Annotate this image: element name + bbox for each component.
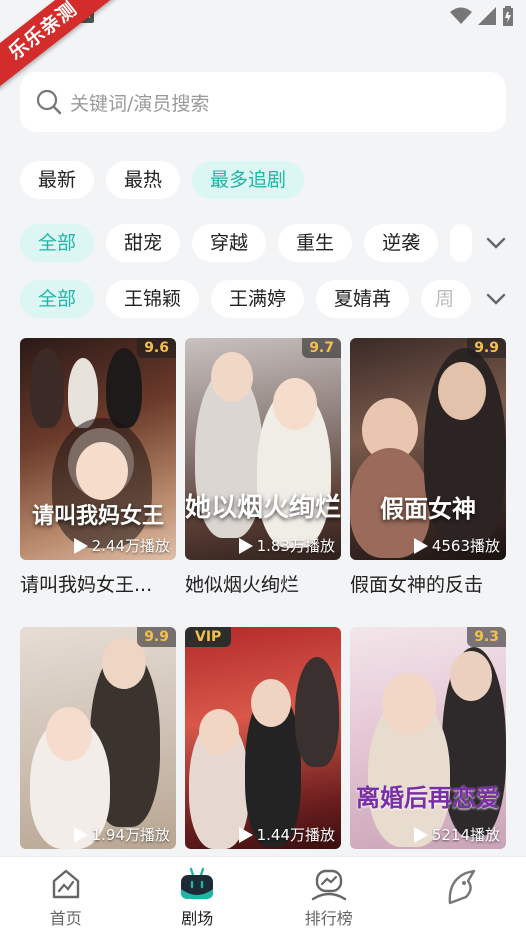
play-count-text: 1.83万播放 [256, 537, 335, 555]
nav-label-ranking: 排行榜 [304, 909, 353, 928]
signal-icon [478, 7, 496, 25]
drama-poster[interactable]: VIP 1.44万播放 [185, 627, 341, 849]
actor-filter-3[interactable]: 夏婧苒 [316, 280, 410, 318]
drama-title[interactable]: 请叫我妈女王... [20, 570, 176, 597]
drama-card[interactable]: 请叫我妈女王 9.6 2.44万播放 请叫我妈女王... [20, 338, 176, 597]
rating-badge: 9.9 [137, 627, 176, 647]
nav-label-home: 首页 [49, 909, 82, 928]
rating-badge: 9.6 [137, 338, 176, 358]
actor-filter-all[interactable]: 全部 [20, 280, 95, 318]
rating-badge: 9.9 [467, 338, 506, 358]
wifi-icon [450, 7, 472, 24]
play-count-text: 2.44万播放 [91, 537, 170, 555]
sort-tabs: 最新 最热 最多追剧 [20, 161, 305, 199]
nav-item-home[interactable]: 首页 [0, 857, 132, 936]
sort-tab-hottest[interactable]: 最热 [106, 161, 181, 199]
play-count: 4563播放 [413, 535, 500, 556]
play-count-text: 1.44万播放 [256, 826, 335, 844]
play-count: 5214播放 [413, 824, 500, 845]
drama-card[interactable]: 离婚后再恋爱 9.3 5214播放 [350, 627, 506, 849]
play-count: 1.44万播放 [238, 824, 335, 845]
play-count-text: 1.94万播放 [91, 826, 170, 844]
actor-expand-chevron-icon[interactable] [482, 285, 510, 313]
rating-badge: 9.7 [302, 338, 341, 358]
nav-item-ranking[interactable]: 排行榜 [263, 857, 395, 936]
genre-filter-row: 全部 甜宠 穿越 重生 逆袭 [20, 224, 473, 262]
genre-expand-chevron-icon[interactable] [482, 229, 510, 257]
play-count-text: 4563播放 [431, 537, 500, 555]
play-icon [413, 826, 428, 843]
drama-card[interactable]: VIP 1.44万播放 [185, 627, 341, 849]
genre-filter-rebirth[interactable]: 重生 [278, 224, 353, 262]
drama-poster[interactable]: 请叫我妈女王 9.6 2.44万播放 [20, 338, 176, 560]
genre-filter-counterattack[interactable]: 逆袭 [364, 224, 439, 262]
play-count: 1.94万播放 [73, 824, 170, 845]
poster-title-text: 她以烟火绚烂 [185, 493, 341, 523]
drama-card[interactable]: 9.9 1.94万播放 [20, 627, 176, 849]
drama-poster[interactable]: 假面女神 9.9 4563播放 [350, 338, 506, 560]
battery-icon [503, 6, 513, 26]
play-icon [73, 537, 88, 554]
actor-filter-4[interactable]: 周 [421, 280, 472, 318]
poster-title-text: 请叫我妈女王 [31, 503, 164, 529]
play-icon [413, 537, 428, 554]
drama-title[interactable]: 她似烟火绚烂 [185, 570, 341, 597]
rating-badge: 9.3 [467, 627, 506, 647]
genre-filter-more[interactable] [450, 224, 473, 262]
search-placeholder: 关键词/演员搜索 [70, 92, 210, 115]
drama-poster[interactable]: 她以烟火绚烂 9.7 1.83万播放 [185, 338, 341, 560]
play-count: 1.83万播放 [238, 535, 335, 556]
search-icon [36, 89, 62, 115]
sort-tab-most-followed[interactable]: 最多追剧 [192, 161, 305, 199]
poster-title-text: 离婚后再恋爱 [356, 783, 500, 812]
actor-filter-row: 全部 王锦颖 王满婷 夏婧苒 周 [20, 280, 472, 318]
drama-card[interactable]: 假面女神 9.9 4563播放 假面女神的反击 [350, 338, 506, 597]
nav-item-theater[interactable]: 剧场 [132, 857, 264, 936]
search-input[interactable]: 关键词/演员搜索 [20, 72, 506, 132]
home-chart-icon [52, 869, 79, 899]
genre-filter-sweet[interactable]: 甜宠 [106, 224, 181, 262]
genre-filter-all[interactable]: 全部 [20, 224, 95, 262]
bottom-nav: 首页 剧场 排行榜 [0, 856, 526, 936]
drama-poster[interactable]: 9.9 1.94万播放 [20, 627, 176, 849]
actor-filter-1[interactable]: 王锦颖 [106, 280, 200, 318]
profile-icon [448, 869, 476, 905]
play-count-text: 5214播放 [431, 826, 500, 844]
poster-title-text: 假面女神 [380, 494, 476, 523]
play-icon [238, 537, 253, 554]
play-count: 2.44万播放 [73, 535, 170, 556]
ranking-icon [311, 869, 346, 901]
nav-item-profile[interactable] [395, 857, 526, 936]
genre-filter-timetravel[interactable]: 穿越 [192, 224, 267, 262]
theater-tv-icon [181, 867, 214, 899]
drama-title[interactable]: 假面女神的反击 [350, 570, 506, 597]
drama-card[interactable]: 她以烟火绚烂 9.7 1.83万播放 她似烟火绚烂 [185, 338, 341, 597]
nav-label-theater: 剧场 [181, 909, 214, 928]
play-icon [238, 826, 253, 843]
play-icon [73, 826, 88, 843]
vip-badge: VIP [185, 627, 232, 647]
sort-tab-latest[interactable]: 最新 [20, 161, 95, 199]
actor-filter-2[interactable]: 王满婷 [211, 280, 305, 318]
drama-poster[interactable]: 离婚后再恋爱 9.3 5214播放 [350, 627, 506, 849]
